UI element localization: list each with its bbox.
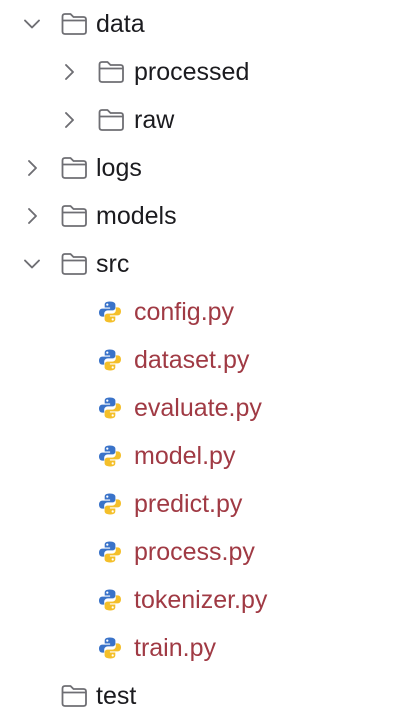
chevron-down-icon[interactable] — [22, 254, 42, 274]
tree-item-label: src — [96, 250, 130, 278]
tree-item-dataset-py[interactable]: dataset.py — [0, 336, 412, 384]
chevron-right-icon[interactable] — [22, 206, 42, 226]
tree-item-label: models — [96, 202, 177, 230]
folder-icon — [97, 107, 125, 133]
tree-item-test[interactable]: test — [0, 672, 412, 720]
python-file-icon — [98, 540, 122, 564]
chevron-right-icon[interactable] — [59, 62, 79, 82]
tree-item-raw[interactable]: raw — [0, 96, 412, 144]
tree-item-label: logs — [96, 154, 142, 182]
tree-item-predict-py[interactable]: predict.py — [0, 480, 412, 528]
python-file-icon — [98, 396, 122, 420]
tree-item-label: config.py — [134, 298, 235, 326]
tree-item-label: process.py — [134, 538, 255, 566]
tree-item-data[interactable]: data — [0, 0, 412, 48]
tree-item-model-py[interactable]: model.py — [0, 432, 412, 480]
tree-item-label: test — [96, 682, 137, 710]
tree-item-tokenizer-py[interactable]: tokenizer.py — [0, 576, 412, 624]
tree-item-label: predict.py — [134, 490, 243, 518]
tree-item-label: evaluate.py — [134, 394, 262, 422]
tree-item-src[interactable]: src — [0, 240, 412, 288]
tree-item-label: processed — [134, 58, 250, 86]
folder-icon — [60, 11, 88, 37]
tree-item-label: dataset.py — [134, 346, 250, 374]
python-file-icon — [98, 492, 122, 516]
tree-item-label: raw — [134, 106, 175, 134]
tree-item-label: data — [96, 10, 145, 38]
tree-item-logs[interactable]: logs — [0, 144, 412, 192]
python-file-icon — [98, 636, 122, 660]
python-file-icon — [98, 348, 122, 372]
folder-icon — [60, 155, 88, 181]
python-file-icon — [98, 444, 122, 468]
tree-item-process-py[interactable]: process.py — [0, 528, 412, 576]
tree-item-models[interactable]: models — [0, 192, 412, 240]
chevron-right-icon[interactable] — [59, 110, 79, 130]
chevron-right-icon[interactable] — [22, 158, 42, 178]
folder-icon — [60, 251, 88, 277]
folder-icon — [97, 59, 125, 85]
file-tree: data processed raw logs models src confi… — [0, 0, 412, 728]
python-file-icon — [98, 300, 122, 324]
tree-item-processed[interactable]: processed — [0, 48, 412, 96]
tree-item-label: tokenizer.py — [134, 586, 268, 614]
folder-icon — [60, 683, 88, 709]
chevron-down-icon[interactable] — [22, 14, 42, 34]
python-file-icon — [98, 588, 122, 612]
tree-item-evaluate-py[interactable]: evaluate.py — [0, 384, 412, 432]
tree-item-label: train.py — [134, 634, 216, 662]
tree-item-label: model.py — [134, 442, 236, 470]
tree-item-train-py[interactable]: train.py — [0, 624, 412, 672]
tree-item-config-py[interactable]: config.py — [0, 288, 412, 336]
folder-icon — [60, 203, 88, 229]
